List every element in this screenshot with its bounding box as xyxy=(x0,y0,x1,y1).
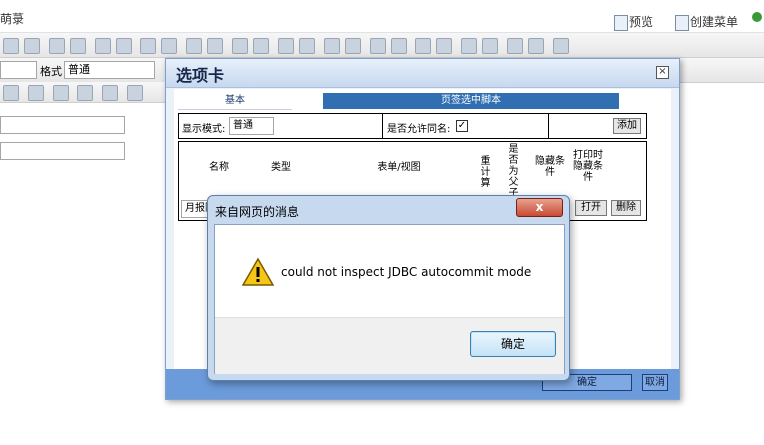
paste-text-icon[interactable] xyxy=(115,38,132,54)
format-select[interactable]: 普通 xyxy=(64,61,155,79)
column-recalculate: 重计算 xyxy=(480,156,491,189)
close-icon[interactable]: x xyxy=(516,198,563,217)
tab-selected-script[interactable]: 页签选中脚本 xyxy=(323,93,619,109)
flash-icon[interactable] xyxy=(461,38,478,54)
table-icon[interactable] xyxy=(482,38,499,54)
text-field-2[interactable] xyxy=(0,142,125,160)
special-char-icon[interactable] xyxy=(552,38,569,54)
copy-icon[interactable] xyxy=(69,38,86,54)
paste-icon[interactable] xyxy=(94,38,111,54)
document-icon[interactable] xyxy=(24,38,40,54)
allow-same-name-cell: 是否允许同名: ✓ xyxy=(382,113,550,139)
field-icon[interactable] xyxy=(77,85,94,101)
dialog-cancel-button[interactable]: 取消 xyxy=(642,374,668,391)
alert-ok-button[interactable]: 确定 xyxy=(470,331,556,357)
display-mode-cell: 显示模式: 普通 xyxy=(178,113,384,139)
alert-content: could not inspect JDBC autocommit mode 确… xyxy=(214,224,565,374)
indent-icon[interactable] xyxy=(369,38,386,54)
form-icon[interactable] xyxy=(27,85,44,101)
close-icon[interactable]: × xyxy=(656,66,669,79)
add-button[interactable]: 添加 xyxy=(613,118,641,134)
display-mode-select[interactable]: 普通 xyxy=(229,117,274,135)
dialog-header: 选项卡 × xyxy=(166,59,679,88)
column-type: 类型 xyxy=(271,162,291,173)
add-cell: 添加 xyxy=(548,113,647,139)
hr-icon[interactable] xyxy=(507,38,524,54)
source-icon[interactable] xyxy=(3,85,19,101)
top-bar: 萌菉 预览 创建菜单 xyxy=(0,0,764,33)
smiley-icon[interactable] xyxy=(528,38,545,54)
format-label: 格式 xyxy=(40,65,62,78)
date-icon[interactable] xyxy=(52,85,69,101)
page-title-fragment: 萌菉 xyxy=(0,12,25,26)
warning-icon xyxy=(241,257,275,286)
column-hide-condition: 隐藏条件 xyxy=(535,156,565,178)
alert-dialog: 来自网页的消息 x could not inspect JDBC autocom… xyxy=(207,195,570,381)
allow-same-name-checkbox[interactable]: ✓ xyxy=(456,120,468,132)
editor-toolbar xyxy=(0,33,764,58)
div-icon[interactable] xyxy=(415,38,432,54)
preview-link[interactable]: 预览 xyxy=(614,13,653,31)
link-icon[interactable] xyxy=(127,85,144,101)
building-icon[interactable] xyxy=(102,85,119,101)
eraser-icon[interactable] xyxy=(277,38,294,54)
tab-basic[interactable]: 基本 xyxy=(178,93,292,110)
zoom-icon[interactable] xyxy=(3,38,19,54)
refresh-icon[interactable] xyxy=(752,12,762,22)
redo-icon[interactable] xyxy=(186,38,203,54)
undo-icon[interactable] xyxy=(161,38,178,54)
style-select[interactable] xyxy=(0,61,37,79)
allow-same-name-label: 是否允许同名: xyxy=(387,124,451,135)
preview-icon xyxy=(614,14,628,31)
numbered-list-icon[interactable] xyxy=(298,38,315,54)
create-menu-icon xyxy=(675,14,689,31)
dialog-title: 选项卡 xyxy=(176,66,225,85)
alert-message: could not inspect JDBC autocommit mode xyxy=(281,265,532,279)
paste-word-icon[interactable] xyxy=(140,38,157,54)
alert-button-area: 确定 xyxy=(215,317,564,374)
alert-title: 来自网页的消息 xyxy=(215,205,300,219)
replace-icon[interactable] xyxy=(232,38,249,54)
image-icon[interactable] xyxy=(436,38,453,54)
display-mode-label: 显示模式: xyxy=(182,124,226,135)
text-field-1[interactable] xyxy=(0,116,125,134)
column-name: 名称 xyxy=(209,162,229,173)
quote-icon[interactable] xyxy=(390,38,407,54)
editor-toolbar-3 xyxy=(0,82,170,103)
select-all-icon[interactable] xyxy=(253,38,270,54)
create-menu-link[interactable]: 创建菜单 xyxy=(675,13,738,31)
cut-icon[interactable] xyxy=(48,38,65,54)
outdent-icon[interactable] xyxy=(344,38,361,54)
row-delete-button[interactable]: 删除 xyxy=(611,200,641,216)
column-form-view: 表单/视图 xyxy=(377,162,421,173)
alert-message-area: could not inspect JDBC autocommit mode xyxy=(215,225,564,317)
column-print-hide-condition: 打印时隐藏条件 xyxy=(573,150,603,183)
find-icon[interactable] xyxy=(207,38,224,54)
row-open-button[interactable]: 打开 xyxy=(575,200,607,216)
bullet-list-icon[interactable] xyxy=(323,38,340,54)
